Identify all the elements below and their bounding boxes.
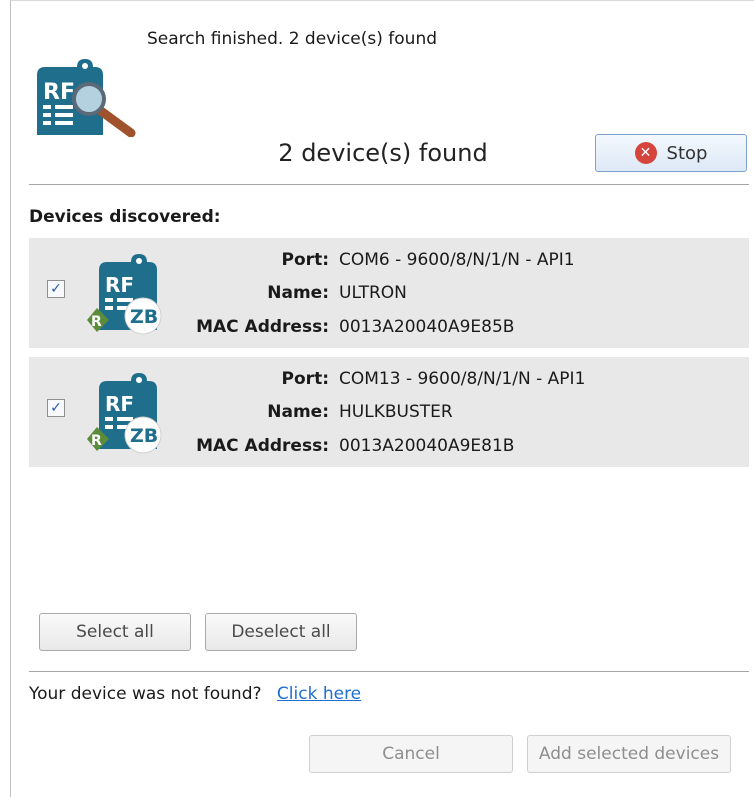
header-divider	[29, 184, 749, 185]
deselect-all-button[interactable]: Deselect all	[205, 613, 357, 651]
stop-button-label: Stop	[666, 142, 708, 164]
name-value: HULKBUSTER	[339, 402, 453, 422]
mac-address-value: 0013A20040A9E81B	[339, 436, 515, 456]
cancel-button[interactable]: Cancel	[309, 735, 513, 773]
name-label: Name:	[267, 283, 329, 303]
stop-button[interactable]: ✕ Stop	[595, 134, 747, 172]
search-status-text: Search finished. 2 device(s) found	[147, 29, 438, 49]
mac-address-value: 0013A20040A9E85B	[339, 317, 515, 337]
click-here-link[interactable]: Click here	[277, 684, 361, 704]
discover-devices-dialog: Search finished. 2 device(s) found RF 2 …	[10, 0, 754, 797]
device-checkbox[interactable]: ✓	[47, 280, 65, 298]
name-label: Name:	[267, 402, 329, 422]
svg-text:RF: RF	[43, 80, 75, 105]
mac-address-label: MAC Address:	[196, 317, 329, 337]
select-all-button[interactable]: Select all	[39, 613, 191, 651]
port-label: Port:	[281, 369, 329, 389]
device-row[interactable]: ✓ RF R ZB Port: COM13 - 9600/8/N/1/N - A…	[29, 357, 749, 467]
device-row[interactable]: ✓ RF R ZB Port: COM6 - 9600/8/N/1/N - AP…	[29, 238, 749, 348]
port-value: COM6 - 9600/8/N/1/N - API1	[339, 250, 575, 270]
rf-zigbee-device-icon: RF R ZB	[87, 373, 162, 454]
name-value: ULTRON	[339, 283, 407, 303]
svg-text:R: R	[91, 433, 102, 449]
svg-text:RF: RF	[105, 273, 134, 297]
svg-text:ZB: ZB	[130, 425, 158, 447]
footer-divider	[29, 671, 749, 672]
rf-search-icon: RF	[37, 59, 136, 137]
device-checkbox[interactable]: ✓	[47, 399, 65, 417]
stop-x-icon: ✕	[634, 142, 657, 164]
add-selected-devices-button[interactable]: Add selected devices	[527, 735, 731, 773]
mac-address-label: MAC Address:	[196, 436, 329, 456]
port-value: COM13 - 9600/8/N/1/N - API1	[339, 369, 586, 389]
svg-text:R: R	[91, 314, 102, 330]
device-not-found-row: Your device was not found? Click here	[29, 684, 361, 704]
port-label: Port:	[281, 250, 329, 270]
svg-text:RF: RF	[105, 392, 134, 416]
devices-discovered-label: Devices discovered:	[29, 207, 221, 227]
not-found-text: Your device was not found?	[29, 684, 262, 704]
svg-text:ZB: ZB	[130, 306, 158, 328]
rf-zigbee-device-icon: RF R ZB	[87, 254, 162, 335]
